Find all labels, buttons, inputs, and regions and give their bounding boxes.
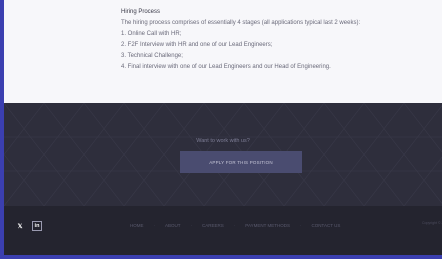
hiring-title: Hiring Process <box>121 9 161 15</box>
hiring-step: 4. Final interview with one of our Lead … <box>121 64 331 70</box>
apply-cta-section: Want to work with us? APPLY FOR THIS POS… <box>4 103 442 206</box>
hiring-intro: The hiring process comprises of essentia… <box>121 20 361 26</box>
hiring-step: 2. F2F Interview with HR and one of our … <box>121 42 273 48</box>
hiring-section: Hiring Process The hiring process compri… <box>4 0 442 103</box>
footer-link-about[interactable]: ABOUT <box>165 223 181 228</box>
page: Hiring Process The hiring process compri… <box>0 0 442 259</box>
hiring-step: 3. Technical Challenge; <box>121 53 183 59</box>
nav-separator: · <box>153 223 156 228</box>
hiring-process: Hiring Process The hiring process compri… <box>121 7 441 73</box>
linkedin-icon[interactable]: in <box>32 221 42 231</box>
footer-link-contact-us[interactable]: CONTACT US <box>312 223 341 228</box>
cta-prompt: Want to work with us? <box>196 138 250 144</box>
footer-link-payment-methods[interactable]: PAYMENT METHODS <box>245 223 290 228</box>
copyright-text: Copyright © 20 <box>422 221 442 225</box>
footer: 𝕏 in HOME · ABOUT · CAREERS · PAYMENT ME… <box>4 206 442 255</box>
nav-separator: · <box>190 223 193 228</box>
hiring-step: 1. Online Call with HR; <box>121 31 182 37</box>
footer-link-home[interactable]: HOME <box>130 223 144 228</box>
twitter-icon[interactable]: 𝕏 <box>15 221 25 231</box>
bottom-accent-bar <box>0 255 442 259</box>
footer-link-careers[interactable]: CAREERS <box>202 223 224 228</box>
apply-button[interactable]: APPLY FOR THIS POSITION <box>180 151 302 173</box>
nav-separator: · <box>300 223 302 228</box>
nav-separator: · <box>233 223 236 228</box>
left-accent-bar <box>0 0 4 259</box>
footer-nav: HOME · ABOUT · CAREERS · PAYMENT METHODS… <box>130 223 340 228</box>
